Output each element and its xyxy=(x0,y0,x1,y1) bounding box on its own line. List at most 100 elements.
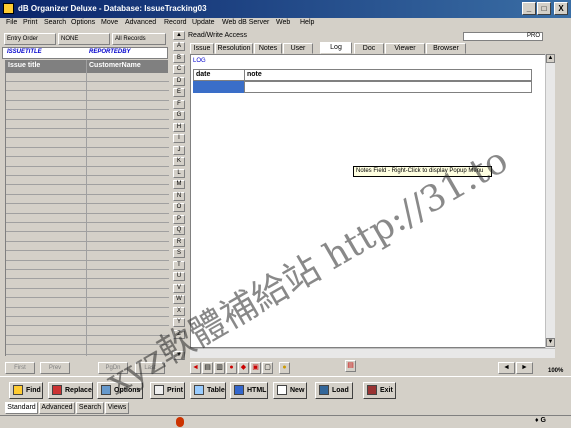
alpha-button-e[interactable]: E xyxy=(173,88,185,97)
lightbulb-icon[interactable]: ● xyxy=(279,362,290,374)
table-row[interactable] xyxy=(6,317,169,327)
alpha-button-g[interactable]: G xyxy=(173,111,185,120)
alpha-button-x[interactable]: X xyxy=(173,306,185,316)
table-button[interactable]: Table xyxy=(190,382,226,399)
table-row[interactable] xyxy=(6,148,169,158)
alpha-button-k[interactable]: K xyxy=(173,157,185,166)
tab-views[interactable]: Views xyxy=(105,402,129,414)
alpha-button-m[interactable]: M xyxy=(173,180,185,189)
table-row[interactable] xyxy=(6,195,169,205)
tab-doc[interactable]: Doc xyxy=(354,43,384,54)
options-button[interactable]: Options xyxy=(97,382,143,399)
table-row[interactable] xyxy=(6,252,169,261)
log-content-area[interactable] xyxy=(190,54,555,348)
table-row[interactable] xyxy=(6,327,169,336)
alpha-button-s[interactable]: S xyxy=(173,249,185,258)
stop-icon[interactable]: ● xyxy=(226,362,237,374)
alpha-button-t[interactable]: T xyxy=(173,260,185,270)
table-row[interactable] xyxy=(6,299,169,308)
table-row[interactable] xyxy=(6,167,169,176)
arrow-left-icon[interactable]: ◄ xyxy=(190,362,201,374)
load-button[interactable]: Load xyxy=(315,382,353,399)
nav-pgdn-button[interactable]: PgDn xyxy=(98,362,128,374)
menu-update[interactable]: Update xyxy=(192,19,215,26)
maximize-button[interactable]: □ xyxy=(537,2,551,15)
alpha-button-y[interactable]: Y xyxy=(173,318,185,327)
alpha-button-i[interactable]: I xyxy=(173,134,185,143)
table-row[interactable] xyxy=(6,261,169,270)
find-button[interactable]: Find xyxy=(9,382,43,399)
pdf-icon[interactable]: ▤ xyxy=(345,360,356,372)
attach-icon[interactable]: ▣ xyxy=(250,362,261,374)
reportedby-field-label[interactable]: REPORTEDBY xyxy=(89,49,131,55)
all-records-button[interactable]: All Records xyxy=(112,33,166,45)
alpha-button-q[interactable]: Q xyxy=(173,226,185,235)
alpha-button-h[interactable]: H xyxy=(173,122,185,132)
table-row[interactable] xyxy=(6,101,169,111)
alpha-scroll-down-icon[interactable]: ▼ xyxy=(173,351,185,360)
table-row[interactable] xyxy=(6,308,169,317)
tab-issue[interactable]: Issue xyxy=(190,43,214,54)
alpha-scroll-up-icon[interactable]: ▲ xyxy=(173,31,185,40)
table-row[interactable] xyxy=(6,111,169,120)
nav-prev-button[interactable]: Prev xyxy=(40,362,70,374)
alpha-button-r[interactable]: R xyxy=(173,237,185,247)
table-row[interactable] xyxy=(6,176,169,186)
table-row[interactable] xyxy=(6,289,169,299)
tab-search[interactable]: Search xyxy=(76,402,104,414)
table-row[interactable] xyxy=(6,139,169,148)
exit-button[interactable]: Exit xyxy=(363,382,396,399)
menu-file[interactable]: File xyxy=(6,19,17,26)
tab-resolution[interactable]: Resolution xyxy=(215,43,253,54)
menu-record[interactable]: Record xyxy=(164,19,187,26)
copy-icon[interactable]: ▢ xyxy=(262,362,273,374)
tab-user[interactable]: User xyxy=(283,43,313,54)
table-row[interactable] xyxy=(6,158,169,167)
alpha-button-n[interactable]: N xyxy=(173,191,185,201)
alpha-button-f[interactable]: F xyxy=(173,99,185,109)
menu-advanced[interactable]: Advanced xyxy=(125,19,156,26)
alpha-button-z[interactable]: Z xyxy=(173,329,185,339)
tab-advanced[interactable]: Advanced xyxy=(39,402,75,414)
close-button[interactable]: X xyxy=(554,2,568,15)
table-row[interactable] xyxy=(6,205,169,214)
nav-first-button[interactable]: First xyxy=(5,362,35,374)
alpha-button-j[interactable]: J xyxy=(173,145,185,155)
table-row[interactable] xyxy=(6,242,169,252)
scroll-right-icon[interactable]: ► xyxy=(516,362,533,374)
table-row[interactable] xyxy=(6,129,169,139)
alpha-button-o[interactable]: O xyxy=(173,203,185,212)
entry-order-button[interactable]: Entry Order xyxy=(4,33,56,45)
menu-search[interactable]: Search xyxy=(44,19,66,26)
alpha-button-w[interactable]: W xyxy=(173,295,185,304)
tab-log[interactable]: Log xyxy=(320,42,352,54)
print-icon[interactable]: ▤ xyxy=(202,362,213,374)
tab-browser[interactable]: Browser xyxy=(426,43,466,54)
log-selected-cell[interactable] xyxy=(193,81,244,93)
alpha-button-c[interactable]: C xyxy=(173,65,185,74)
tab-notes[interactable]: Notes xyxy=(254,43,282,54)
table-row[interactable] xyxy=(6,223,169,233)
table-row[interactable] xyxy=(6,82,169,92)
record-tools-icon[interactable]: ◆ xyxy=(238,362,249,374)
grid-column-issue-title[interactable]: Issue title xyxy=(8,62,40,69)
alpha-button-d[interactable]: D xyxy=(173,76,185,86)
alpha-button-a[interactable]: A xyxy=(173,42,185,51)
new-button[interactable]: New xyxy=(273,382,307,399)
alpha-button-l[interactable]: L xyxy=(173,168,185,178)
alpha-button-p[interactable]: P xyxy=(173,214,185,224)
log-column-date[interactable]: date xyxy=(196,71,210,78)
menu-web[interactable]: Web xyxy=(276,19,290,26)
log-column-note[interactable]: note xyxy=(247,71,262,78)
minimize-button[interactable]: _ xyxy=(522,2,536,15)
grid-column-customer-name[interactable]: CustomerName xyxy=(89,62,141,69)
table-row[interactable] xyxy=(6,120,169,129)
horizontal-scrollbar[interactable] xyxy=(190,348,555,358)
alpha-button-b[interactable]: B xyxy=(173,53,185,63)
table-row[interactable] xyxy=(6,336,169,346)
table-row[interactable] xyxy=(6,214,169,223)
table-row[interactable] xyxy=(6,186,169,195)
menu-help[interactable]: Help xyxy=(300,19,314,26)
scroll-left-icon[interactable]: ◄ xyxy=(498,362,515,374)
print-button[interactable]: Print xyxy=(150,382,185,399)
